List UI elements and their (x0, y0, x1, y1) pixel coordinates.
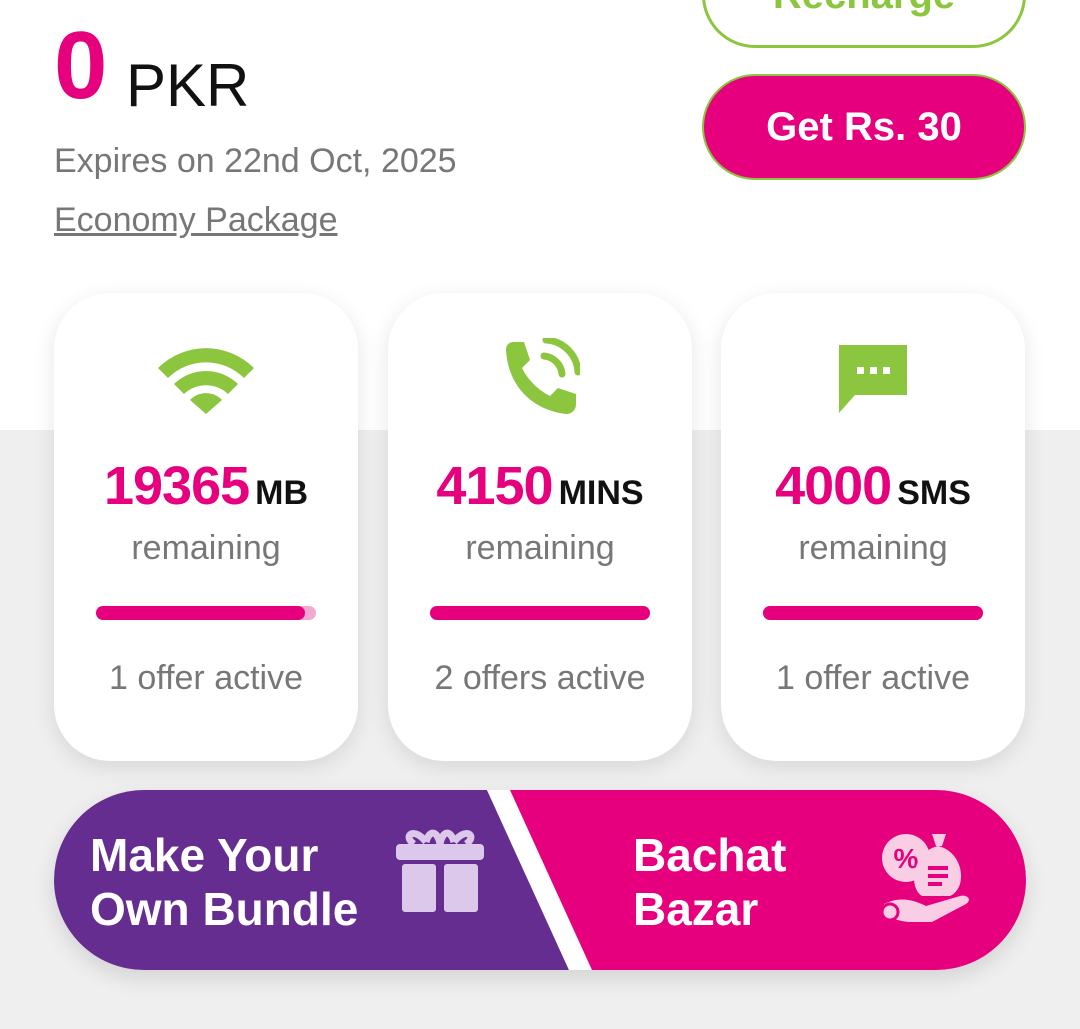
sms-progress-fill (763, 606, 983, 620)
balance-amount: 0 (54, 12, 108, 119)
wifi-icon (151, 333, 261, 423)
sms-offers-text: 1 offer active (775, 659, 971, 697)
sms-usage-card[interactable]: 4000 SMS remaining 1 offer active (721, 293, 1025, 761)
sms-icon (818, 333, 928, 423)
bachat-bazar-line1: Bachat (633, 829, 787, 881)
minutes-progress-fill (430, 606, 650, 620)
make-your-own-bundle-button[interactable]: Make Your Own Bundle (54, 790, 524, 970)
balance-currency: PKR (126, 52, 250, 119)
minutes-offers-text: 2 offers active (434, 659, 646, 697)
package-link[interactable]: Economy Package (54, 201, 338, 240)
data-offers-text: 1 offer active (108, 659, 304, 697)
bundle-label-line1: Make Your (90, 829, 319, 881)
recharge-button[interactable]: Recharge (702, 0, 1026, 48)
data-usage-card[interactable]: 19365 MB remaining 1 offer active (54, 293, 358, 761)
sms-value: 4000 SMS (721, 455, 1025, 517)
sms-unit: SMS (897, 474, 971, 512)
data-remaining-label: remaining (131, 529, 281, 567)
data-value: 19365 MB (54, 455, 358, 517)
minutes-usage-card[interactable]: 4150 MINS remaining 2 offers active (388, 293, 692, 761)
bundle-label-line2: Own Bundle (90, 883, 359, 935)
gift-icon (396, 829, 484, 912)
minutes-value: 4150 MINS (388, 455, 692, 517)
minutes-unit: MINS (558, 474, 644, 512)
promo-banner: Make Your Own Bundle Bachat Bazar % (54, 790, 1026, 970)
data-unit: MB (255, 474, 309, 512)
data-progress-fill (96, 606, 305, 620)
data-progress-bar (96, 606, 316, 620)
get-offer-button[interactable]: Get Rs. 30 (702, 74, 1026, 180)
sms-progress-bar (763, 606, 983, 620)
minutes-progress-bar (430, 606, 650, 620)
data-amount: 19365 (103, 456, 250, 516)
expiry-text: Expires on 22nd Oct, 2025 (54, 142, 457, 180)
minutes-remaining-label: remaining (465, 529, 615, 567)
sms-amount: 4000 (775, 456, 892, 516)
phone-call-icon (485, 333, 595, 423)
minutes-amount: 4150 (436, 456, 553, 516)
sms-remaining-label: remaining (798, 529, 948, 567)
svg-text:%: % (894, 843, 919, 874)
bachat-bazar-label: Bachat Bazar (633, 828, 786, 936)
bundle-label: Make Your Own Bundle (90, 828, 358, 936)
bachat-bazar-line2: Bazar (633, 883, 759, 935)
money-bag-discount-icon: % (880, 834, 969, 922)
